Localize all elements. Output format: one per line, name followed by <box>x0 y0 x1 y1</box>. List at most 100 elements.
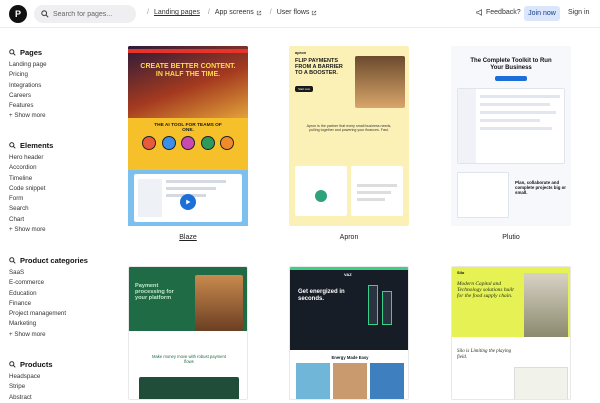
show-more-link[interactable]: + Show more <box>9 330 88 340</box>
sidebar-item-stripe[interactable]: Stripe <box>9 382 53 392</box>
search-icon <box>9 49 16 56</box>
tab-user-flows[interactable]: User flows <box>277 9 318 16</box>
blaze-headline: CREATE BETTER CONTENT. IN HALF THE TIME. <box>140 63 236 78</box>
megaphone-icon <box>476 9 482 16</box>
search-icon <box>9 142 16 149</box>
badge-icon <box>181 136 195 150</box>
sidebar-item-abstract[interactable]: Abstract <box>9 393 53 403</box>
section-title: Product categories <box>20 256 88 265</box>
app-sidebar <box>458 89 476 163</box>
sidebar-item-hero-header[interactable]: Hero header <box>9 153 53 163</box>
thumbnail-silo[interactable]: Silo Modern Capital and Technology solut… <box>451 266 571 400</box>
sidebar-item-landing-page[interactable]: Landing page <box>9 60 47 70</box>
apron-body-text: Apron is the partner that every small bu… <box>306 124 392 133</box>
tab-app-screens[interactable]: App screens <box>215 9 262 16</box>
external-link-icon <box>312 10 317 15</box>
sidebar-item-e-commerce[interactable]: E-commerce <box>9 278 88 288</box>
finance-subheadline: Make money move with robust payment flow… <box>151 354 226 364</box>
card-title-plutio[interactable]: Plutio <box>443 234 579 241</box>
sidebar-item-finance[interactable]: Finance <box>9 299 88 309</box>
apron-feature-card <box>351 166 403 216</box>
breadcrumb-separator: / <box>269 9 272 16</box>
silo-headline: Modern Capital and Technology solutions … <box>457 281 514 299</box>
app-sidebar <box>138 179 162 217</box>
thumbnail-vaz[interactable]: VAZ Get energized in seconds. Energy Mad… <box>289 266 409 400</box>
sidebar-item-form[interactable]: Form <box>9 194 53 204</box>
card-title-apron[interactable]: Apron <box>281 234 417 241</box>
feedback-link[interactable]: Feedback? <box>476 9 521 16</box>
app-line <box>480 111 556 114</box>
vaz-subheadline: Energy Made Easy <box>331 355 369 360</box>
sidebar-item-chart[interactable]: Chart <box>9 215 53 225</box>
feature-line <box>357 198 385 201</box>
silo-dashboard <box>514 367 568 399</box>
site-logo[interactable]: P <box>9 5 27 23</box>
card-title-blaze[interactable]: Blaze <box>120 234 256 241</box>
badge-icon <box>142 136 156 150</box>
plutio-subheadline: Plan, collaborate and complete projects … <box>515 180 566 195</box>
sidebar-section-product-categories: Product categories SaaS E-commerce Educa… <box>9 256 88 340</box>
sign-in-link[interactable]: Sign in <box>568 9 589 16</box>
sidebar-item-careers[interactable]: Careers <box>9 91 47 101</box>
thumbnail-payment-processing[interactable]: Payment processing for your platform Mak… <box>128 266 248 400</box>
card-vaz[interactable]: VAZ Get energized in seconds. Energy Mad… <box>281 266 417 400</box>
thumbnail-blaze[interactable]: CREATE BETTER CONTENT. IN HALF THE TIME.… <box>128 46 248 226</box>
blaze-topbar <box>128 49 248 53</box>
apron-cta-button[interactable]: Start now <box>295 86 313 92</box>
apron-hero-image <box>355 56 405 108</box>
sidebar-item-education[interactable]: Education <box>9 289 88 299</box>
vaz-headline: Get energized in seconds. <box>298 289 345 302</box>
finance-hero-image <box>195 275 243 331</box>
search-input[interactable] <box>53 10 133 18</box>
app-line <box>480 119 540 122</box>
finance-headline: Payment processing for your platform <box>135 283 174 302</box>
section-title: Products <box>20 360 53 369</box>
plutio-cta-button[interactable] <box>495 76 527 81</box>
sidebar-section-pages: Pages Landing page Pricing Integrations … <box>9 48 47 122</box>
gallery-image <box>296 363 330 399</box>
app-line <box>480 95 560 98</box>
thumbnail-apron[interactable]: apron FLIP PAYMENTS FROM A BARRIER TO A … <box>289 46 409 226</box>
apron-headline: FLIP PAYMENTS FROM A BARRIER TO A BOOSTE… <box>295 58 343 76</box>
silo-subheadline: Silo is Limiting the playing field. <box>457 349 512 360</box>
badge-icon <box>220 136 234 150</box>
tab-landing-pages[interactable]: Landing pages <box>154 9 200 16</box>
play-icon[interactable] <box>180 194 196 210</box>
sidebar-item-project-management[interactable]: Project management <box>9 309 88 319</box>
plutio-board <box>457 172 509 218</box>
thumbnail-plutio[interactable]: The Complete Toolkit to Run Your Busines… <box>451 46 571 226</box>
plutio-headline: The Complete Toolkit to Run Your Busines… <box>470 58 552 71</box>
card-apron[interactable]: apron FLIP PAYMENTS FROM A BARRIER TO A … <box>281 46 417 244</box>
show-more-link[interactable]: + Show more <box>9 111 47 121</box>
apron-feature-card <box>295 166 347 216</box>
sidebar-section-elements: Elements Hero header Accordion Timeline … <box>9 141 53 235</box>
vaz-product-image <box>382 291 392 325</box>
breadcrumb-separator: / <box>147 9 149 16</box>
silo-brand: Silo <box>457 270 465 275</box>
search-icon <box>41 10 49 18</box>
sidebar-item-accordion[interactable]: Accordion <box>9 163 53 173</box>
sidebar-item-pricing[interactable]: Pricing <box>9 70 47 80</box>
card-silo[interactable]: Silo Modern Capital and Technology solut… <box>443 266 579 400</box>
apron-brand: apron <box>295 50 307 55</box>
external-link-icon <box>256 10 261 15</box>
app-line <box>480 127 552 130</box>
vaz-brand: VAZ <box>344 272 352 277</box>
sidebar-item-timeline[interactable]: Timeline <box>9 174 53 184</box>
card-blaze[interactable]: CREATE BETTER CONTENT. IN HALF THE TIME.… <box>120 46 256 244</box>
sidebar: Pages Landing page Pricing Integrations … <box>0 28 110 403</box>
sidebar-item-headspace[interactable]: Headspace <box>9 372 53 382</box>
card-payment-processing[interactable]: Payment processing for your platform Mak… <box>120 266 256 400</box>
sidebar-item-features[interactable]: Features <box>9 101 47 111</box>
sidebar-item-saas[interactable]: SaaS <box>9 268 88 278</box>
feature-line <box>357 184 397 187</box>
sidebar-item-code-snippet[interactable]: Code snippet <box>9 184 53 194</box>
sidebar-item-search[interactable]: Search <box>9 204 53 214</box>
sidebar-item-marketing[interactable]: Marketing <box>9 319 88 329</box>
join-now-button[interactable]: Join now <box>524 6 560 21</box>
search-box[interactable] <box>34 5 136 23</box>
show-more-link[interactable]: + Show more <box>9 225 53 235</box>
sidebar-item-integrations[interactable]: Integrations <box>9 81 47 91</box>
card-plutio[interactable]: The Complete Toolkit to Run Your Busines… <box>443 46 579 244</box>
sidebar-section-products: Products Headspace Stripe Abstract <box>9 360 53 403</box>
